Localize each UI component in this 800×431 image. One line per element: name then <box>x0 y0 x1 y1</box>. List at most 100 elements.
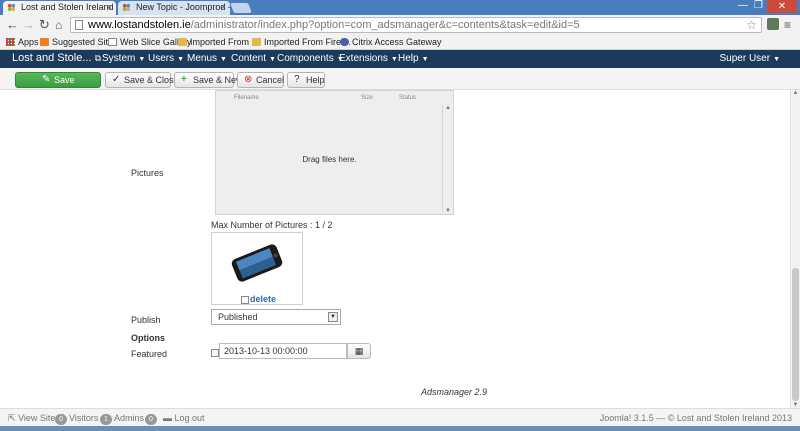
file-uploader[interactable]: Filename Size Status Drag files here. ▲ … <box>215 90 454 215</box>
publish-select[interactable]: Published ▼ <box>211 309 341 325</box>
tab-new-topic[interactable]: New Topic - Joomprod - × <box>118 1 230 15</box>
visitors-badge: 0 <box>55 414 67 425</box>
cancel-button[interactable]: ⊗ Cancel <box>237 72 284 88</box>
save-new-button[interactable]: + Save & New <box>174 72 243 88</box>
external-link-icon: ⧉ <box>94 53 101 63</box>
folder-icon <box>178 38 187 46</box>
messages-status: 0 <box>145 413 159 425</box>
extension-icon[interactable] <box>767 18 779 30</box>
help-icon: ? <box>294 74 300 85</box>
minimize-icon[interactable]: — <box>738 0 748 11</box>
bookmark-imported-ie[interactable]: Imported From IE <box>178 37 260 47</box>
view-site-link[interactable]: ⇱ View Site <box>8 413 55 424</box>
window-close-icon[interactable]: ✕ <box>767 0 797 13</box>
scroll-thumb[interactable] <box>792 268 799 401</box>
visitors-status: 0 Visitors <box>55 413 98 425</box>
browser-tab-strip: Lost and Stolen Ireland - J × New Topic … <box>0 0 800 15</box>
url-host: www.lostandstolen.ie <box>88 19 191 31</box>
page-icon <box>108 38 117 46</box>
col-filename: Filename <box>234 95 259 101</box>
caret-down-icon: ▼ <box>220 56 227 63</box>
apps-grid-icon <box>6 38 15 46</box>
tab-lost-and-stolen[interactable]: Lost and Stolen Ireland - J × <box>3 1 116 15</box>
bookmark-imported-firefox[interactable]: Imported From Firef... <box>252 37 351 47</box>
tab-title: New Topic - Joomprod - <box>136 2 230 12</box>
page-scrollbar[interactable]: ▲ ▼ <box>790 90 800 408</box>
chevron-down-icon[interactable]: ▼ <box>328 312 338 322</box>
bookmark-apps[interactable]: Apps <box>6 37 39 47</box>
adsmanager-version: Adsmanager 2.9 <box>421 387 488 397</box>
logout-link[interactable]: ▬ Log out <box>163 413 205 423</box>
page-icon <box>75 20 83 30</box>
uploader-scrollbar[interactable]: ▲ ▼ <box>442 105 453 214</box>
admins-status: 1 Admins <box>100 413 144 425</box>
suggested-sites-icon <box>40 38 49 46</box>
cancel-icon: ⊗ <box>244 74 253 85</box>
menu-users[interactable]: Users ▼ <box>148 53 184 64</box>
admins-badge: 1 <box>100 414 112 425</box>
pictures-label: Pictures <box>131 168 164 178</box>
close-icon[interactable]: × <box>107 2 112 12</box>
reload-icon[interactable]: ↻ <box>39 17 50 33</box>
admin-statusbar: ⇱ View Site 0 Visitors 1 Admins 0 ▬ Log ou… <box>0 408 800 426</box>
menu-content[interactable]: Content ▼ <box>231 53 276 64</box>
edit-form: Filename Size Status Drag files here. ▲ … <box>0 90 790 408</box>
address-bar[interactable]: www.lostandstolen.ie/administrator/index… <box>70 17 762 33</box>
picture-thumbnail: delete <box>211 232 303 305</box>
scroll-up-icon[interactable]: ▲ <box>443 105 453 111</box>
minus-icon: ▬ <box>163 413 172 423</box>
menu-help[interactable]: Help ▼ <box>398 53 429 64</box>
menu-icon[interactable]: ≡ <box>784 17 791 33</box>
scroll-down-icon[interactable]: ▼ <box>443 208 453 214</box>
bookmark-suggested-sites[interactable]: Suggested Sites <box>40 37 118 47</box>
caret-down-icon: ▼ <box>138 56 146 63</box>
max-pictures-text: Max Number of Pictures : 1 / 2 <box>211 220 333 230</box>
save-button[interactable]: ✎ Save <box>15 72 101 88</box>
menu-menus[interactable]: Menus ▼ <box>187 53 227 64</box>
admin-navbar: Lost and Stole... ⧉ System ▼ Users ▼ Menus… <box>0 50 800 68</box>
joomla-icon <box>7 3 16 12</box>
featured-date-input[interactable]: 2013-10-13 00:00:00 <box>219 343 347 359</box>
delete-checkbox[interactable] <box>241 295 249 304</box>
caret-down-icon: ▼ <box>773 56 780 63</box>
url-path: /administrator/index.php?option=com_adsm… <box>190 19 580 31</box>
forward-icon[interactable]: → <box>22 17 35 33</box>
new-tab-button[interactable] <box>230 3 252 13</box>
options-heading: Options <box>131 333 165 343</box>
save-close-button[interactable]: ✓ Save & Close <box>105 72 179 88</box>
restore-icon[interactable]: ❐ <box>754 0 763 11</box>
plus-icon: + <box>181 74 187 85</box>
dropzone[interactable]: Drag files here. <box>216 105 443 214</box>
home-icon[interactable]: ⌂ <box>55 17 62 33</box>
menu-components[interactable]: Components ▼ <box>277 53 344 64</box>
os-taskbar <box>0 426 800 431</box>
tab-title: Lost and Stolen Ireland - J <box>21 2 116 12</box>
site-brand[interactable]: Lost and Stole... ⧉ <box>12 52 101 64</box>
featured-checkbox[interactable] <box>211 349 219 357</box>
scroll-up-icon[interactable]: ▲ <box>791 90 800 96</box>
folder-icon <box>252 38 261 46</box>
publish-value: Published <box>218 312 258 322</box>
action-toolbar: ✎ Save ✓ Save & Close + Save & New ⊗ Can… <box>0 68 800 90</box>
delete-link[interactable]: delete <box>250 294 276 304</box>
menu-extensions[interactable]: Extensions ▼ <box>339 53 398 64</box>
footer-copyright: Joomla! 3.1.5 — © Lost and Stolen Irelan… <box>599 413 792 423</box>
citrix-icon <box>340 38 349 46</box>
menu-system[interactable]: System ▼ <box>102 53 145 64</box>
user-menu[interactable]: Super User ▼ <box>719 53 780 64</box>
caret-down-icon: ▼ <box>390 56 398 63</box>
featured-label: Featured <box>131 349 168 359</box>
back-icon[interactable]: ← <box>6 17 19 33</box>
bookmark-citrix[interactable]: Citrix Access Gateway <box>340 37 442 47</box>
save-icon: ✎ <box>42 74 51 85</box>
calendar-button[interactable]: ▦ <box>347 343 371 359</box>
close-icon[interactable]: × <box>221 2 226 12</box>
external-link-icon: ⇱ <box>8 413 16 423</box>
bookmark-star-icon[interactable]: ☆ <box>746 18 757 32</box>
delete-row: delete <box>241 294 276 304</box>
caret-down-icon: ▼ <box>177 56 185 63</box>
phone-image <box>231 244 283 282</box>
browser-toolbar: ← → ↻ ⌂ www.lostandstolen.ie/administrat… <box>0 15 800 35</box>
help-button[interactable]: ? Help <box>287 72 325 88</box>
calendar-icon: ▦ <box>354 346 364 356</box>
